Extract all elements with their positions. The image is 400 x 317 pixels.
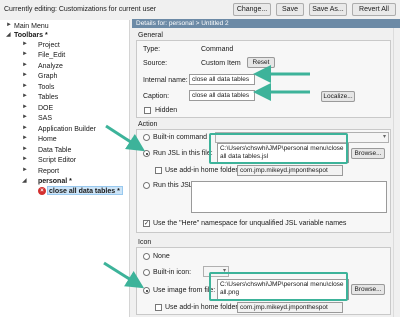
vertical-scrollbar[interactable] bbox=[393, 28, 400, 317]
tree-item-doe[interactable]: DOE bbox=[38, 104, 53, 113]
collapsed-arrow-icon[interactable]: ► bbox=[22, 114, 28, 120]
expanded-arrow-icon[interactable]: ◢ bbox=[22, 177, 27, 184]
collapsed-arrow-icon[interactable]: ► bbox=[22, 83, 28, 89]
details-header: Details for: personal > Untitled 2 bbox=[132, 19, 400, 28]
tree-item-project[interactable]: Project bbox=[38, 41, 60, 50]
image-file-label: Use image from file: bbox=[153, 287, 216, 294]
builtin-command-label: Built-in command bbox=[153, 134, 208, 141]
collapsed-arrow-icon[interactable]: ► bbox=[22, 135, 28, 141]
revert-all-button[interactable]: Revert All bbox=[352, 3, 396, 16]
icon-addin-home-field[interactable]: com.jmp.mikeyd.jmponthespot bbox=[237, 302, 343, 313]
collapsed-arrow-icon[interactable]: ► bbox=[22, 125, 28, 131]
icon-group-title: Icon bbox=[138, 239, 152, 246]
icon-none-label: None bbox=[153, 253, 170, 260]
tree-item-application-builder[interactable]: Application Builder bbox=[38, 125, 96, 134]
save-button[interactable]: Save bbox=[276, 3, 304, 16]
here-namespace-checkbox[interactable]: ✓ bbox=[143, 220, 150, 227]
collapsed-arrow-icon[interactable]: ► bbox=[22, 104, 28, 110]
builtin-icon-radio[interactable] bbox=[143, 269, 150, 276]
hidden-checkbox[interactable] bbox=[144, 107, 151, 114]
run-jsl-file-label: Run JSL in this file: bbox=[153, 150, 213, 157]
tree-item-sas[interactable]: SAS bbox=[38, 114, 52, 123]
editor-top-bar: Currently editing: Customizations for cu… bbox=[0, 0, 400, 20]
collapsed-arrow-icon[interactable]: ► bbox=[22, 62, 28, 68]
error-icon: × bbox=[38, 187, 46, 195]
collapsed-arrow-icon[interactable]: ► bbox=[6, 22, 12, 28]
run-this-jsl-radio[interactable] bbox=[143, 182, 150, 189]
collapsed-arrow-icon[interactable]: ► bbox=[22, 167, 28, 173]
source-label: Source: bbox=[143, 60, 168, 67]
tree-item-file-edit[interactable]: File_Edit bbox=[38, 51, 65, 60]
collapsed-arrow-icon[interactable]: ► bbox=[22, 146, 28, 152]
tree-item-main-menu[interactable]: Main Menu bbox=[14, 22, 49, 31]
type-value: Command bbox=[201, 46, 234, 53]
collapsed-arrow-icon[interactable]: ► bbox=[22, 156, 28, 162]
customization-tree[interactable]: ► Main Menu ◢ Toolbars * ► Project ► Fil… bbox=[0, 20, 130, 317]
editing-title: Currently editing: Customizations for cu… bbox=[4, 6, 157, 13]
change-button[interactable]: Change... bbox=[233, 3, 271, 16]
hidden-label: Hidden bbox=[155, 107, 178, 114]
save-as-button[interactable]: Save As... bbox=[309, 3, 347, 16]
tree-item-personal[interactable]: personal * bbox=[38, 177, 72, 186]
tree-item-tables[interactable]: Tables bbox=[38, 93, 58, 102]
tree-item-script-editor[interactable]: Script Editor bbox=[38, 156, 76, 165]
collapsed-arrow-icon[interactable]: ► bbox=[22, 93, 28, 99]
caption-field[interactable]: close all data tables bbox=[189, 90, 255, 101]
tree-item-data-table[interactable]: Data Table bbox=[38, 146, 71, 155]
type-label: Type: bbox=[143, 46, 161, 53]
icon-path-highlight bbox=[209, 272, 348, 301]
internal-name-field[interactable]: close all data tables bbox=[189, 74, 255, 85]
collapsed-arrow-icon[interactable]: ► bbox=[22, 41, 28, 47]
tree-item-report[interactable]: Report bbox=[38, 167, 59, 176]
source-value: Custom Item bbox=[201, 60, 241, 67]
icon-addin-home-checkbox[interactable] bbox=[155, 304, 162, 311]
general-group: Type: Command Source: Custom Item Reset … bbox=[136, 40, 391, 118]
jsl-script-textarea[interactable] bbox=[191, 181, 387, 213]
reset-button[interactable]: Reset bbox=[247, 57, 275, 68]
browse-jsl-button[interactable]: Browse... bbox=[351, 148, 385, 159]
tree-item-graph[interactable]: Graph bbox=[38, 72, 57, 81]
browse-image-button[interactable]: Browse... bbox=[351, 284, 385, 295]
localize-button[interactable]: Localize... bbox=[321, 91, 355, 102]
here-namespace-label: Use the "Here" namespace for unqualified… bbox=[153, 220, 347, 227]
jsl-path-highlight bbox=[209, 133, 348, 164]
tree-item-close-all-data-tables[interactable]: close all data tables * bbox=[47, 186, 123, 195]
general-group-title: General bbox=[138, 32, 163, 39]
internal-name-label: Internal name: bbox=[143, 77, 188, 84]
icon-none-radio[interactable] bbox=[143, 253, 150, 260]
addin-home-checkbox[interactable] bbox=[155, 167, 162, 174]
addin-home-field[interactable]: com.jmp.mikeyd.jmponthespot bbox=[237, 165, 343, 176]
tree-item-toolbars[interactable]: Toolbars * bbox=[14, 31, 48, 40]
addin-home-label: Use add-in home folder: bbox=[165, 167, 240, 174]
action-group-title: Action bbox=[138, 121, 158, 128]
run-this-jsl-label: Run this JSL: bbox=[153, 182, 195, 189]
collapsed-arrow-icon[interactable]: ► bbox=[22, 72, 28, 78]
image-file-radio[interactable] bbox=[143, 287, 150, 294]
collapsed-arrow-icon[interactable]: ► bbox=[22, 51, 28, 57]
builtin-icon-label: Built-in icon: bbox=[153, 269, 192, 276]
tree-item-home[interactable]: Home bbox=[38, 135, 57, 144]
builtin-command-radio[interactable] bbox=[143, 134, 150, 141]
caption-label: Caption: bbox=[143, 93, 170, 100]
tree-item-analyze[interactable]: Analyze bbox=[38, 62, 63, 71]
run-jsl-file-radio[interactable] bbox=[143, 150, 150, 157]
expanded-arrow-icon[interactable]: ◢ bbox=[6, 31, 11, 38]
tree-item-tools[interactable]: Tools bbox=[38, 83, 54, 92]
icon-addin-home-label: Use add-in home folder: bbox=[165, 304, 240, 311]
